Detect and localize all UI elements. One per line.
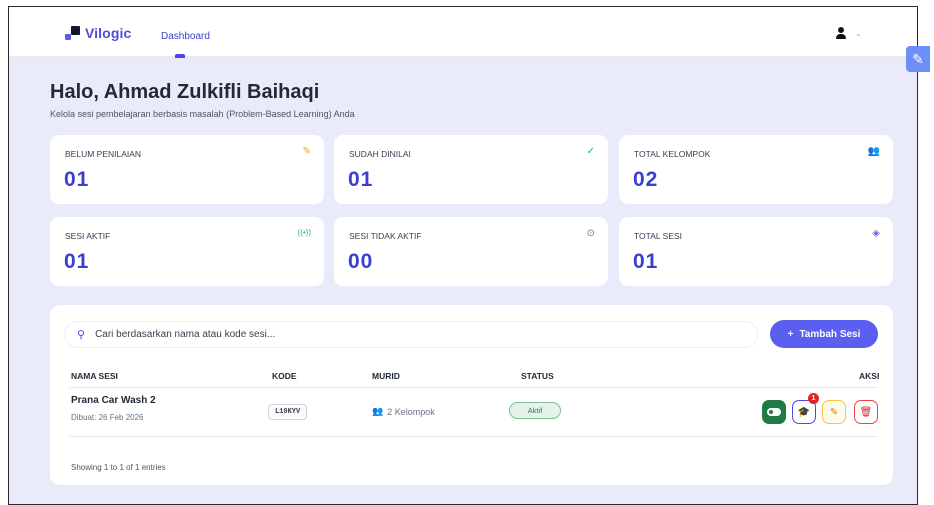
page-title: Halo, Ahmad Zulkifli Baihaqi [50, 81, 320, 103]
notification-badge: 1 [808, 393, 819, 404]
top-navbar: Vilogic Dashboard ⌄ [9, 7, 917, 58]
broadcast-icon: ((•)) [297, 228, 311, 237]
user-avatar-icon [835, 27, 847, 39]
stat-card-sesi-tidak-aktif: SESI TIDAK AKTIF 00 ⊙ [334, 217, 608, 286]
column-header-nama-sesi: NAMA SESI [71, 371, 118, 381]
nav-dashboard-link[interactable]: Dashboard [161, 31, 210, 42]
session-students-label: 2 Kelompok [387, 406, 435, 417]
column-header-kode: KODE [272, 371, 297, 381]
pagination-info: Showing 1 to 1 of 1 entries [71, 463, 166, 472]
sessions-panel: ⚲ + Tambah Sesi NAMA SESI KODE MURID STA… [50, 305, 893, 485]
user-menu[interactable]: ⌄ [835, 27, 862, 39]
search-input[interactable] [95, 329, 696, 340]
edit-button[interactable]: ✎ [822, 400, 846, 424]
brand-logo[interactable]: Vilogic [65, 25, 131, 41]
stat-value: 01 [64, 250, 90, 273]
stat-card-total-kelompok: TOTAL KELOMPOK 02 👥 [619, 135, 893, 204]
add-session-button[interactable]: + Tambah Sesi [770, 320, 878, 348]
brand-name: Vilogic [85, 25, 132, 41]
session-students: 👥 2 Kelompok [372, 406, 435, 417]
session-created-date: Dibuat: 26 Feb 2026 [71, 413, 144, 422]
stat-value: 01 [64, 168, 90, 191]
stat-label: SUDAH DINILAI [349, 149, 411, 159]
app-window: Vilogic Dashboard ⌄ Halo, Ahmad Zulkifli… [8, 6, 918, 505]
stat-card-belum-penilaian: BELUM PENILAIAN 01 ✎ [50, 135, 324, 204]
logo-mark-icon [65, 26, 81, 40]
chevron-down-icon: ⌄ [855, 28, 862, 38]
session-name: Prana Car Wash 2 [71, 395, 156, 406]
graduation-cap-icon: 🎓 [797, 406, 811, 418]
delete-button[interactable]: 🗑 [854, 400, 878, 424]
layers-icon: ◈ [872, 228, 880, 239]
stat-label: SESI AKTIF [65, 231, 111, 241]
plus-icon: + [787, 328, 794, 340]
trash-icon: 🗑 [859, 406, 873, 418]
stat-label: TOTAL SESI [634, 231, 683, 241]
add-session-label: Tambah Sesi [799, 328, 861, 340]
stat-card-sudah-dinilai: SUDAH DINILAI 01 ✓ [334, 135, 608, 204]
stat-value: 01 [348, 168, 374, 191]
toggle-icon [767, 408, 781, 416]
session-code-badge: L10KYV [268, 404, 308, 420]
stat-label: SESI TIDAK AKTIF [349, 231, 422, 241]
toggle-active-button[interactable] [762, 400, 786, 424]
nav-active-indicator [175, 54, 185, 58]
pen-tool-icon: ✎ [912, 51, 924, 67]
check-icon: ✓ [586, 146, 595, 157]
stat-value: 02 [633, 168, 659, 191]
stat-card-total-sesi: TOTAL SESI 01 ◈ [619, 217, 893, 286]
column-header-murid: MURID [372, 371, 400, 381]
pencil-icon: ✎ [829, 406, 839, 418]
stat-label: TOTAL KELOMPOK [634, 149, 711, 159]
side-tool-tab[interactable]: ✎ [906, 46, 930, 72]
search-icon: ⚲ [77, 329, 86, 341]
group-icon: 👥 [867, 146, 880, 157]
page-subtitle: Kelola sesi pembelajaran berbasis masala… [50, 109, 355, 119]
search-bar[interactable]: ⚲ [64, 321, 758, 348]
stat-value: 01 [633, 250, 659, 273]
stat-card-sesi-aktif: SESI AKTIF 01 ((•)) [50, 217, 324, 286]
stop-circle-icon: ⊙ [586, 228, 595, 239]
stat-label: BELUM PENILAIAN [65, 149, 142, 159]
row-divider [69, 436, 877, 437]
status-badge: Aktif [509, 402, 561, 419]
column-header-status: STATUS [521, 371, 554, 381]
group-icon: 👥 [372, 406, 384, 416]
header-divider [69, 387, 877, 388]
column-header-aksi: AKSI [859, 371, 880, 381]
edit-icon: ✎ [302, 146, 311, 157]
stat-value: 00 [348, 250, 374, 273]
